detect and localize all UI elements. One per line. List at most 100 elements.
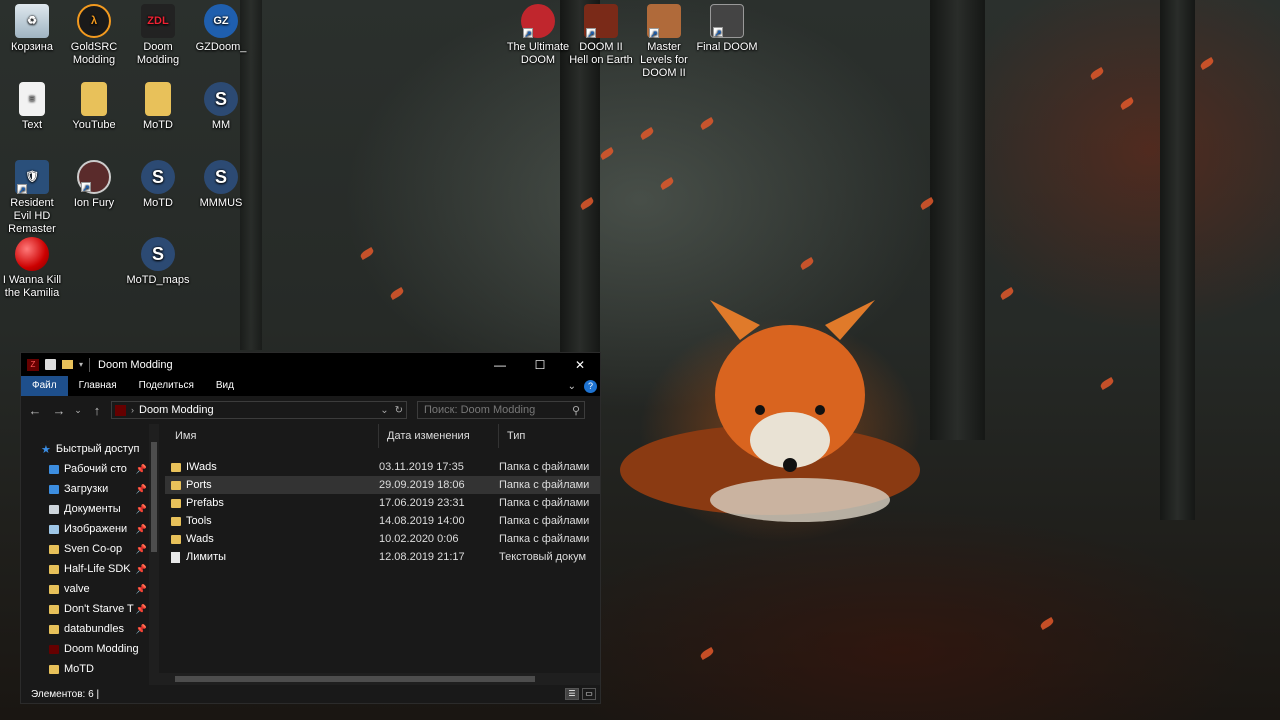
desktop-icon-mm[interactable]: S MM (189, 82, 253, 132)
nav-scrollbar[interactable] (149, 424, 159, 685)
file-row-iwads[interactable]: IWads 03.11.2019 17:35 Папка с файлами (165, 458, 600, 476)
pin-icon[interactable]: 📌 (136, 584, 147, 595)
details-view-button[interactable]: ☰ (565, 688, 579, 700)
nav-item-desktop[interactable]: Рабочий сто 📌 (21, 459, 149, 479)
desktop-icon-youtube[interactable]: YouTube (62, 82, 126, 132)
desktop-icon-motd-slade[interactable]: S MoTD (126, 160, 190, 210)
nav-item-motd[interactable]: MoTD (21, 659, 149, 679)
customize-dropdown-icon[interactable]: ▾ (79, 360, 83, 369)
nav-item-valve[interactable]: valve 📌 (21, 579, 149, 599)
doom-2-icon: ↗ (584, 4, 618, 39)
recycle-bin-icon: ♻ (15, 4, 49, 38)
pin-icon[interactable]: 📌 (136, 564, 147, 575)
desktop-icon-resident-evil[interactable]: 🛡 ↗ Resident Evil HD Remaster (0, 160, 64, 236)
tab-view[interactable]: Вид (205, 376, 245, 396)
desktop-icon-recycle-bin[interactable]: ♻ Корзина (0, 4, 64, 54)
desktop-folder-icon (49, 464, 59, 474)
refresh-icon[interactable]: ↻ (395, 405, 403, 416)
pin-icon[interactable]: 📌 (136, 504, 147, 515)
address-dropdown-icon[interactable]: ⌄ (380, 405, 388, 416)
tab-home[interactable]: Главная (68, 376, 128, 396)
ion-fury-icon: ↗ (77, 160, 111, 194)
pin-icon[interactable]: 📌 (136, 544, 147, 555)
pin-icon[interactable]: 📌 (136, 624, 147, 635)
breadcrumb-current[interactable]: Doom Modding (139, 404, 214, 416)
nav-item-dont-starve[interactable]: Don't Starve T 📌 (21, 599, 149, 619)
shortcut-arrow-icon: ↗ (17, 184, 27, 195)
tab-file[interactable]: Файл (21, 376, 68, 396)
desktop-icon-gzdoom[interactable]: GZ GZDoom_ (189, 4, 253, 54)
quick-access-toolbar: Z ▾ (21, 357, 91, 372)
desktop-icon-motd-folder[interactable]: MoTD (126, 82, 190, 132)
zdl-launcher-icon: ZDL (141, 4, 175, 38)
horizontal-scrollbar[interactable] (159, 673, 600, 685)
large-icons-view-button[interactable]: ▭ (582, 688, 596, 700)
folder-icon (171, 480, 181, 490)
desktop-icon-master-levels[interactable]: ↗ Master Levels for DOOM II (632, 4, 696, 80)
search-input[interactable]: Поиск: Doom Modding ⚲ (417, 401, 585, 419)
expand-ribbon-icon[interactable]: ⌄ (568, 381, 576, 392)
gzdoom-icon: GZ (204, 4, 238, 38)
search-icon[interactable]: ⚲ (572, 404, 584, 417)
slade-icon: S (141, 237, 175, 271)
explorer-window[interactable]: Z ▾ Doom Modding — ☐ ✕ Файл Главная Поде… (20, 352, 601, 704)
search-placeholder: Поиск: Doom Modding (424, 404, 536, 416)
desktop-icon-ultimate-doom[interactable]: ↗ The Ultimate DOOM (506, 4, 570, 67)
folder-icon (49, 544, 59, 554)
desktop-icon-doom-2[interactable]: ↗ DOOM II Hell on Earth (569, 4, 633, 67)
breadcrumb-chevron-icon[interactable]: › (131, 405, 134, 415)
nav-item-doom-modding[interactable]: Doom Modding (21, 639, 149, 659)
title-bar[interactable]: Z ▾ Doom Modding — ☐ ✕ (21, 353, 600, 376)
help-icon[interactable]: ? (584, 379, 597, 393)
desktop-icon-motd-maps[interactable]: S MoTD_maps (126, 237, 190, 287)
file-row-wads[interactable]: Wads 10.02.2020 0:06 Папка с файлами (165, 530, 600, 548)
desktop-icon-ion-fury[interactable]: ↗ Ion Fury (62, 160, 126, 210)
column-date[interactable]: Дата изменения (379, 424, 499, 448)
folder-icon (49, 564, 59, 574)
column-type[interactable]: Тип (499, 424, 589, 448)
recent-locations-icon[interactable]: ⌄ (73, 405, 83, 416)
nav-item-half-life-sdk[interactable]: Half-Life SDK 📌 (21, 559, 149, 579)
nav-scrollbar-thumb[interactable] (151, 442, 158, 552)
nav-item-downloads[interactable]: Загрузки 📌 (21, 479, 149, 499)
nav-item-pictures[interactable]: Изображени 📌 (21, 519, 149, 539)
nav-item-documents[interactable]: Документы 📌 (21, 499, 149, 519)
downloads-icon (49, 484, 59, 494)
pin-icon[interactable]: 📌 (136, 524, 147, 535)
close-button[interactable]: ✕ (560, 353, 600, 376)
minimize-button[interactable]: — (480, 353, 520, 376)
nav-item-databundles[interactable]: databundles 📌 (21, 619, 149, 639)
file-row-tools[interactable]: Tools 14.08.2019 14:00 Папка с файлами (165, 512, 600, 530)
slade-icon: S (204, 82, 238, 116)
back-arrow-icon[interactable]: ← (25, 403, 45, 418)
up-arrow-icon[interactable]: ↑ (87, 403, 107, 418)
pin-icon[interactable]: 📌 (136, 604, 147, 615)
new-folder-icon[interactable] (62, 360, 73, 369)
nav-item-sven-coop[interactable]: Sven Co-op 📌 (21, 539, 149, 559)
zdl-location-icon (49, 644, 59, 654)
nav-item-quick-access[interactable]: ★ Быстрый доступ (21, 439, 149, 459)
file-row-prefabs[interactable]: Prefabs 17.06.2019 23:31 Папка с файлами (165, 494, 600, 512)
desktop-icon-goldsrc-modding[interactable]: λ GoldSRC Modding (62, 4, 126, 67)
file-row-limits[interactable]: Лимиты 12.08.2019 21:17 Текстовый докум (165, 548, 600, 566)
documents-icon (49, 504, 59, 514)
maximize-button[interactable]: ☐ (520, 353, 560, 376)
half-life-lambda-icon: λ (77, 4, 111, 38)
slade-icon: S (141, 160, 175, 194)
desktop-icon-mmmus[interactable]: S MMMUS (189, 160, 253, 210)
pin-icon[interactable]: 📌 (136, 484, 147, 495)
address-bar[interactable]: › Doom Modding ⌄ ↻ (111, 401, 407, 419)
forward-arrow-icon[interactable]: → (49, 403, 69, 418)
window-title: Doom Modding (98, 358, 173, 371)
desktop-icon-final-doom[interactable]: ↗ Final DOOM (695, 4, 759, 54)
file-row-ports[interactable]: Ports 29.09.2019 18:06 Папка с файлами (165, 476, 600, 494)
horizontal-scrollbar-thumb[interactable] (175, 676, 535, 682)
desktop-icon-i-wanna-kill[interactable]: I Wanna Kill the Kamilia (0, 237, 64, 300)
pin-icon[interactable]: 📌 (136, 464, 147, 475)
properties-icon[interactable] (45, 359, 56, 370)
navigation-pane: ★ Быстрый доступ Рабочий сто 📌 Загрузки 📌 Д… (21, 424, 149, 685)
tab-share[interactable]: Поделиться (128, 376, 205, 396)
column-name[interactable]: Имя (159, 424, 379, 448)
desktop-icon-text[interactable]: ≡ Text (0, 82, 64, 132)
desktop-icon-doom-modding[interactable]: ZDL Doom Modding (126, 4, 190, 67)
